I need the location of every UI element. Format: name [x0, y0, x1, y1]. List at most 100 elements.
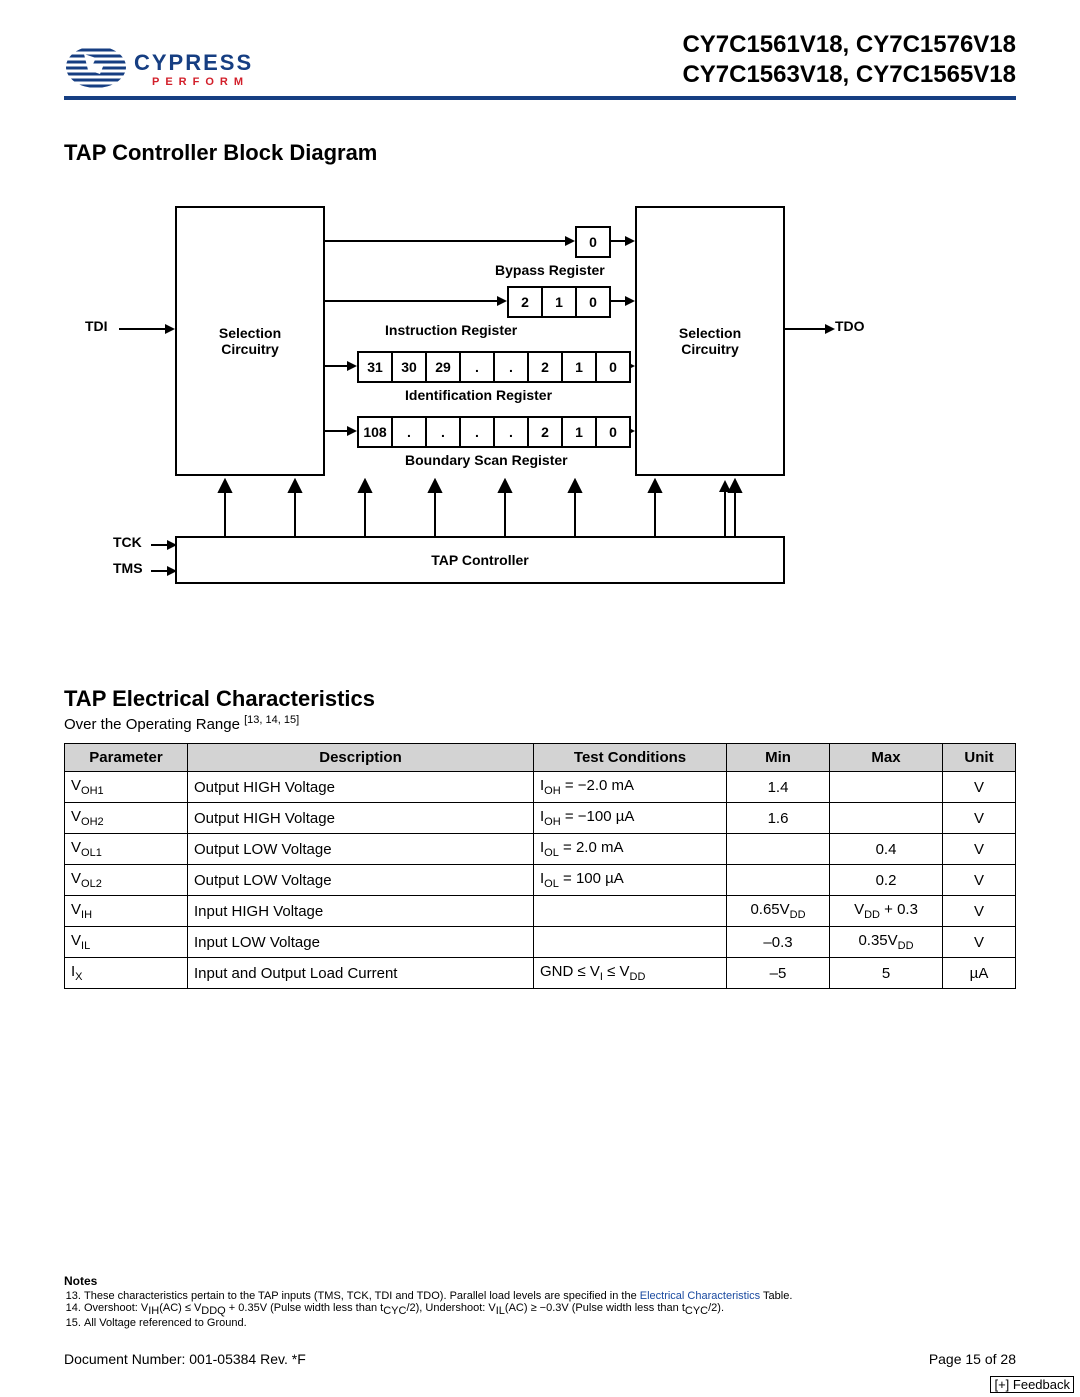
tdi-arrow-icon	[119, 322, 175, 336]
desc-cell: Output LOW Voltage	[188, 834, 534, 865]
tdo-label: TDO	[835, 318, 865, 334]
tms-label: TMS	[113, 560, 143, 576]
cond-cell: IOL = 100 µA	[534, 865, 727, 896]
tap-up-arrows	[175, 478, 785, 536]
brand-text: CYPRESS	[134, 46, 253, 76]
note-item: These characteristics pertain to the TAP…	[84, 1290, 1016, 1302]
register-cell: .	[459, 351, 495, 383]
bypass-register: 0	[575, 226, 611, 258]
unit-cell: µA	[943, 958, 1016, 989]
table-row: IXInput and Output Load CurrentGND ≤ VI …	[65, 958, 1016, 989]
param-cell: IX	[65, 958, 188, 989]
desc-cell: Input HIGH Voltage	[188, 896, 534, 927]
register-cell: .	[425, 416, 461, 448]
register-cell: 2	[507, 286, 543, 318]
param-cell: VIL	[65, 927, 188, 958]
electrical-characteristics-table: ParameterDescriptionTest ConditionsMinMa…	[64, 743, 1016, 989]
table-header: Min	[727, 744, 830, 772]
instruction-register-label: Instruction Register	[385, 322, 517, 338]
tagline: PERFORM	[134, 76, 253, 88]
cond-cell: IOL = 2.0 mA	[534, 834, 727, 865]
parts-line-2: CY7C1563V18, CY7C1565V18	[682, 60, 1016, 90]
desc-cell: Output HIGH Voltage	[188, 772, 534, 803]
feedback-button[interactable]: [+] Feedback	[990, 1376, 1074, 1393]
cond-cell: IOH = −100 µA	[534, 803, 727, 834]
register-cell: 29	[425, 351, 461, 383]
table-row: VILInput LOW Voltage–0.30.35VDDV	[65, 927, 1016, 958]
param-cell: VIH	[65, 896, 188, 927]
min-cell: 1.4	[727, 772, 830, 803]
page-footer: Document Number: 001-05384 Rev. *F Page …	[64, 1351, 1016, 1367]
page-header: CYPRESS PERFORM CY7C1561V18, CY7C1576V18…	[64, 30, 1016, 100]
unit-cell: V	[943, 927, 1016, 958]
min-cell: 0.65VDD	[727, 896, 830, 927]
min-cell	[727, 834, 830, 865]
param-cell: VOH2	[65, 803, 188, 834]
register-cell: 2	[527, 351, 563, 383]
register-cell: 1	[561, 416, 597, 448]
notes-title: Notes	[64, 1274, 1016, 1288]
unit-cell: V	[943, 834, 1016, 865]
right-selection-label: Selection Circuitry	[637, 325, 783, 357]
notes-block: Notes These characteristics pertain to t…	[64, 1274, 1016, 1329]
register-cell: 2	[527, 416, 563, 448]
part-numbers: CY7C1561V18, CY7C1576V18 CY7C1563V18, CY…	[682, 30, 1016, 90]
param-cell: VOH1	[65, 772, 188, 803]
left-selection-box: Selection Circuitry	[175, 206, 325, 476]
register-cell: 31	[357, 351, 393, 383]
tck-label: TCK	[113, 534, 142, 550]
cond-cell	[534, 896, 727, 927]
table-row: VIHInput HIGH Voltage 0.65VDDVDD + 0.3V	[65, 896, 1016, 927]
tap-controller-box: TAP Controller	[175, 536, 785, 584]
min-cell: –5	[727, 958, 830, 989]
tdi-label: TDI	[85, 318, 108, 334]
register-cell: 0	[575, 226, 611, 258]
table-header: Description	[188, 744, 534, 772]
operating-range-text: Over the Operating Range [13, 14, 15]	[64, 714, 1016, 733]
min-cell: 1.6	[727, 803, 830, 834]
note-item: Overshoot: VIH(AC) ≤ VDDQ + 0.35V (Pulse…	[84, 1302, 1016, 1317]
register-cell: 30	[391, 351, 427, 383]
note-item: All Voltage referenced to Ground.	[84, 1317, 1016, 1329]
max-cell: 0.35VDD	[830, 927, 943, 958]
right-selection-box: Selection Circuitry	[635, 206, 785, 476]
register-cell: .	[391, 416, 427, 448]
register-cell: .	[459, 416, 495, 448]
tms-arrow-icon	[151, 564, 177, 578]
cond-cell	[534, 927, 727, 958]
table-header: Parameter	[65, 744, 188, 772]
max-cell: 0.2	[830, 865, 943, 896]
boundary-register-label: Boundary Scan Register	[405, 452, 568, 468]
cond-cell: IOH = −2.0 mA	[534, 772, 727, 803]
register-cell: 0	[575, 286, 611, 318]
param-cell: VOL1	[65, 834, 188, 865]
doc-number: Document Number: 001-05384 Rev. *F	[64, 1351, 306, 1367]
register-cell: .	[493, 416, 529, 448]
logo: CYPRESS PERFORM	[64, 44, 253, 90]
max-cell: 0.4	[830, 834, 943, 865]
unit-cell: V	[943, 896, 1016, 927]
table-row: VOL2Output LOW VoltageIOL = 100 µA0.2V	[65, 865, 1016, 896]
table-row: VOH1Output HIGH VoltageIOH = −2.0 mA1.4V	[65, 772, 1016, 803]
tap-controller-label: TAP Controller	[431, 552, 529, 568]
param-cell: VOL2	[65, 865, 188, 896]
register-cell: 0	[595, 351, 631, 383]
cond-cell: GND ≤ VI ≤ VDD	[534, 958, 727, 989]
section-title-electrical: TAP Electrical Characteristics	[64, 686, 1016, 712]
register-cell: .	[493, 351, 529, 383]
register-cell: 0	[595, 416, 631, 448]
op-range-refs: [13, 14, 15]	[244, 714, 299, 726]
op-range-prefix: Over the Operating Range	[64, 716, 244, 733]
boundary-scan-register: 108....210	[357, 416, 631, 448]
electrical-characteristics-link[interactable]: Electrical Characteristics	[640, 1290, 760, 1302]
left-selection-label: Selection Circuitry	[177, 325, 323, 357]
section-title-diagram: TAP Controller Block Diagram	[64, 140, 1016, 166]
register-cell: 1	[561, 351, 597, 383]
max-cell: 5	[830, 958, 943, 989]
table-header: Unit	[943, 744, 1016, 772]
tap-up-arrow-right	[715, 478, 735, 536]
table-header: Max	[830, 744, 943, 772]
tap-block-diagram: Selection Circuitry Selection Circuitry …	[75, 206, 1005, 626]
max-cell: VDD + 0.3	[830, 896, 943, 927]
unit-cell: V	[943, 803, 1016, 834]
